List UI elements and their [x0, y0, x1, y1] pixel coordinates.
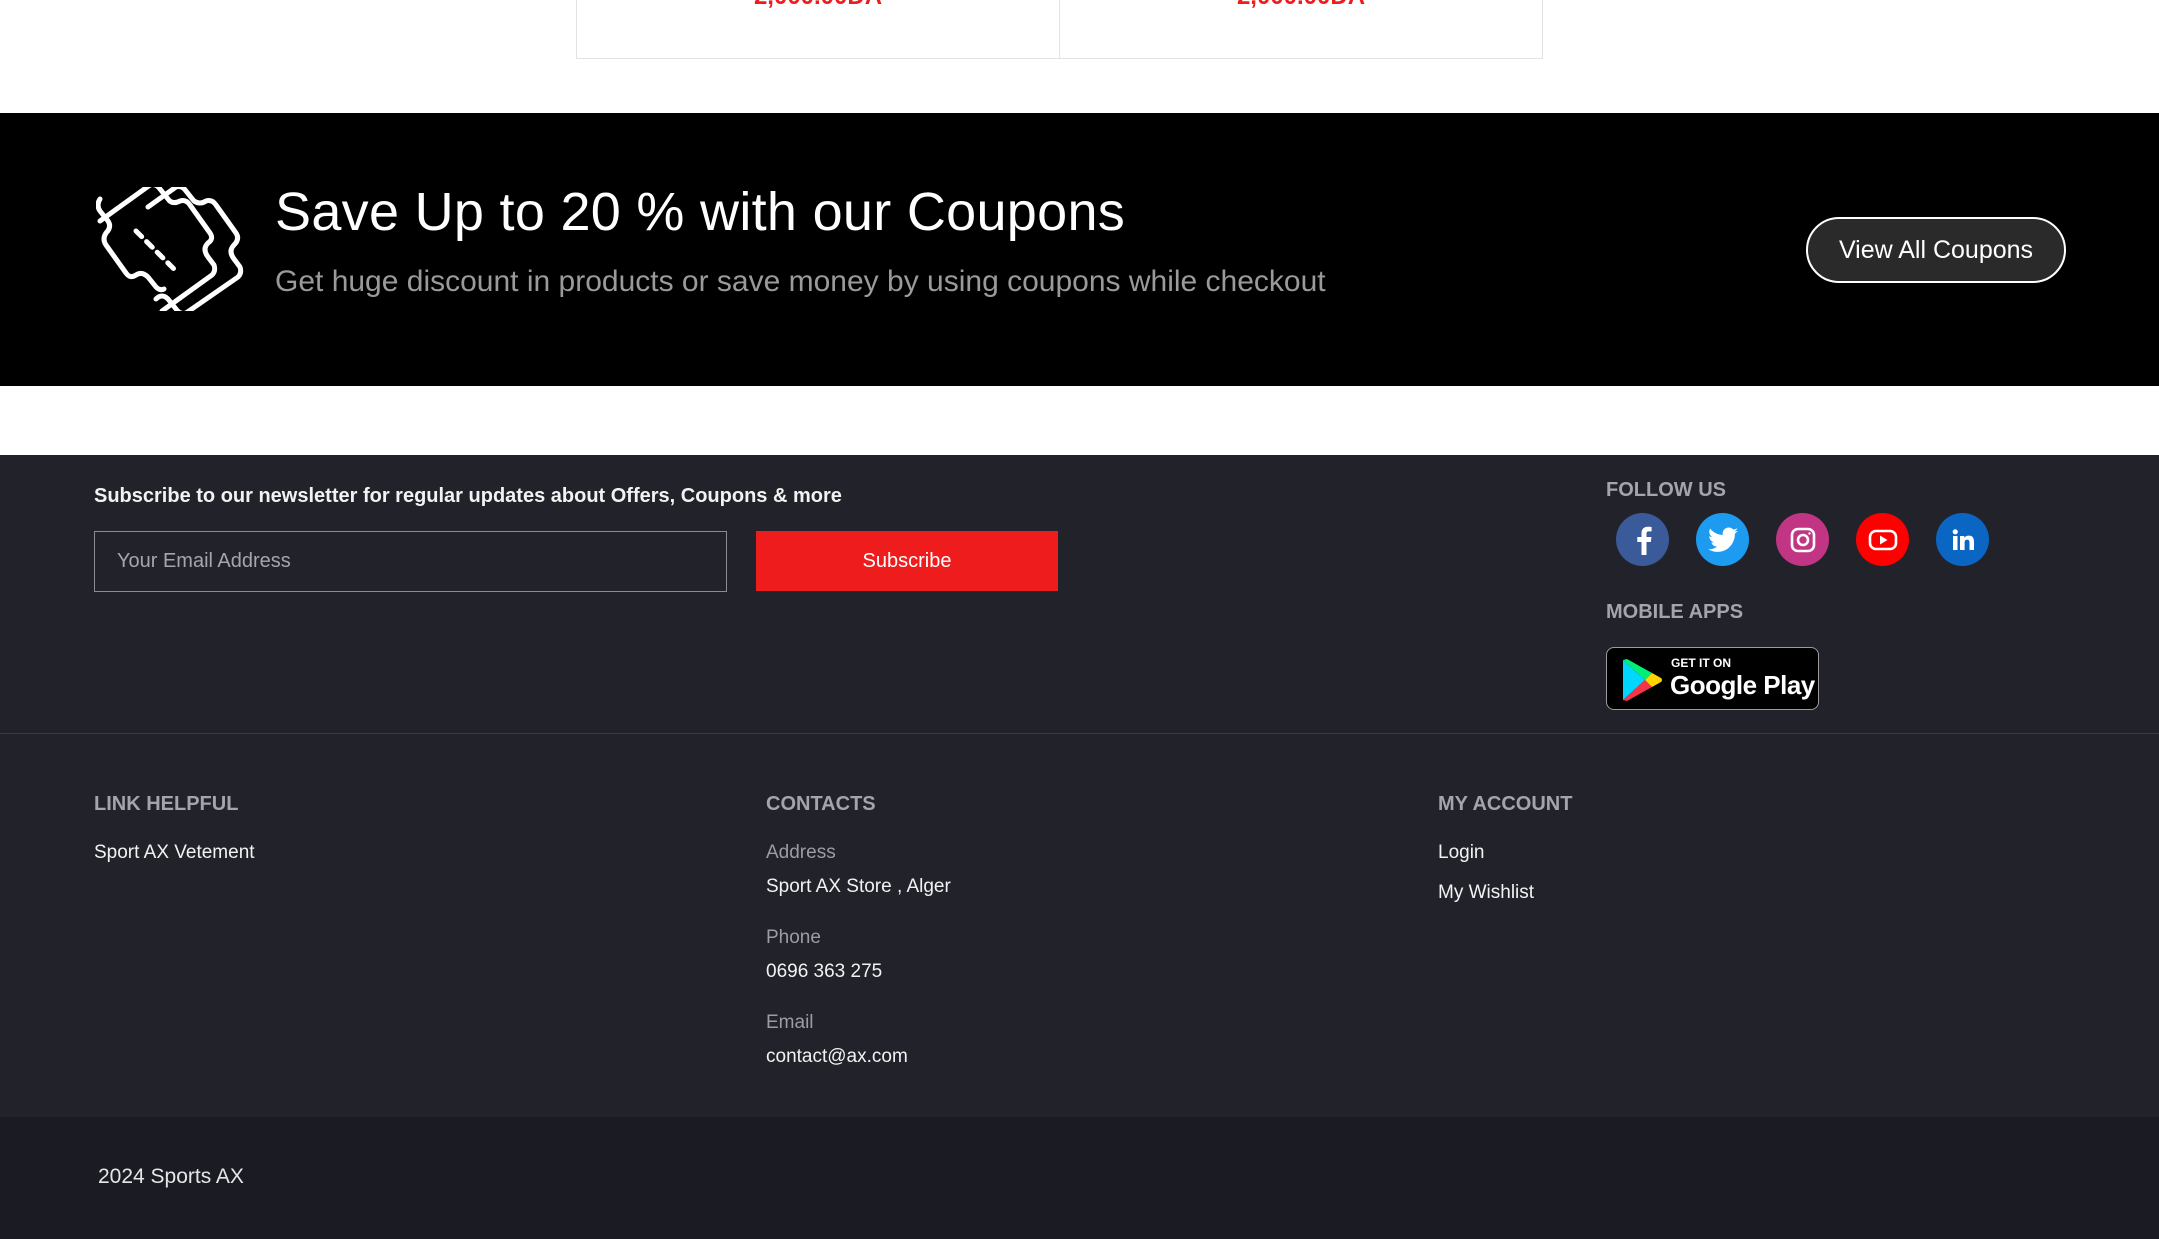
address-label: Address	[766, 842, 836, 863]
product-price: 2,000.00DA	[577, 0, 1059, 11]
instagram-icon[interactable]	[1776, 513, 1829, 566]
twitter-icon[interactable]	[1696, 513, 1749, 566]
product-strip: 2,000.00DA 2,000.00DA	[0, 0, 2159, 113]
footer-divider	[0, 733, 2159, 734]
link-helpful-heading: LINK HELPFUL	[94, 793, 239, 815]
google-play-big-text: Google Play	[1670, 670, 1815, 700]
my-account-heading: MY ACCOUNT	[1438, 793, 1573, 815]
copyright-text: 2024 Sports AX	[98, 1165, 244, 1188]
ticket-icon	[96, 187, 244, 311]
contacts-heading: CONTACTS	[766, 793, 876, 815]
address-value: Sport AX Store , Alger	[766, 876, 951, 897]
link-sport-ax-vetement[interactable]: Sport AX Vetement	[94, 842, 255, 864]
google-play-icon	[1623, 659, 1662, 701]
facebook-icon[interactable]	[1616, 513, 1669, 566]
coupon-banner: Save Up to 20 % with our Coupons Get hug…	[0, 113, 2159, 386]
coupon-title: Save Up to 20 % with our Coupons	[275, 182, 1126, 242]
subscribe-button[interactable]: Subscribe	[756, 531, 1058, 591]
phone-label: Phone	[766, 927, 821, 948]
spacer	[0, 386, 2159, 455]
view-all-coupons-button[interactable]: View All Coupons	[1806, 217, 2066, 283]
newsletter-label: Subscribe to our newsletter for regular …	[94, 485, 842, 507]
email-value[interactable]: contact@ax.com	[766, 1046, 908, 1068]
google-play-badge[interactable]: GET IT ON Google Play	[1606, 647, 1819, 710]
follow-us-heading: FOLLOW US	[1606, 479, 1726, 501]
email-label: Email	[766, 1012, 814, 1033]
linkedin-icon[interactable]	[1936, 513, 1989, 566]
coupon-subtitle: Get huge discount in products or save mo…	[275, 265, 1326, 298]
footer: Subscribe to our newsletter for regular …	[0, 455, 2159, 1117]
login-link[interactable]: Login	[1438, 842, 1485, 864]
youtube-icon[interactable]	[1856, 513, 1909, 566]
footer-bottom-bar: 2024 Sports AX	[0, 1117, 2159, 1239]
product-card[interactable]: 2,000.00DA	[576, 0, 1060, 59]
google-play-small-text: GET IT ON	[1671, 656, 1731, 670]
social-links	[1616, 513, 1989, 566]
phone-value[interactable]: 0696 363 275	[766, 961, 882, 983]
mobile-apps-heading: MOBILE APPS	[1606, 601, 1744, 623]
product-price: 2,000.00DA	[1060, 0, 1542, 11]
my-wishlist-link[interactable]: My Wishlist	[1438, 882, 1534, 904]
email-input[interactable]	[94, 531, 727, 592]
product-card[interactable]: 2,000.00DA	[1059, 0, 1543, 59]
